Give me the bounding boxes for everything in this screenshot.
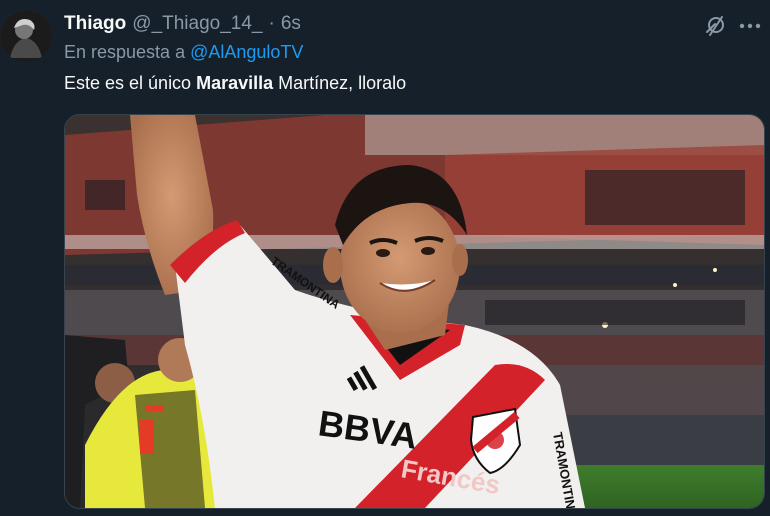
tweet-header: Thiago @_Thiago_14_ · 6s — [64, 12, 301, 36]
avatar-photo — [0, 10, 52, 62]
tweet-text-bold: Maravilla — [196, 73, 274, 93]
reply-prefix: En respuesta a — [64, 42, 186, 62]
author-handle[interactable]: @_Thiago_14_ — [132, 13, 262, 35]
reply-context: En respuesta a @AlAnguloTV — [64, 42, 303, 63]
grok-icon[interactable] — [703, 14, 727, 38]
reply-to-link[interactable]: @AlAnguloTV — [190, 42, 303, 62]
tweet-media-image[interactable]: BBVA Francés TRAMONTINA TRAMONTINA — [64, 114, 765, 509]
avatar[interactable] — [0, 10, 52, 62]
more-icon[interactable] — [737, 14, 763, 38]
tweet-time[interactable]: 6s — [281, 13, 301, 35]
author-name[interactable]: Thiago — [64, 13, 126, 35]
tweet-text-before: Este es el único — [64, 73, 197, 93]
football-player-photo: BBVA Francés TRAMONTINA TRAMONTINA — [65, 115, 764, 508]
tweet-text: Este es el único Maravilla Martínez, llo… — [64, 73, 406, 94]
separator-dot: · — [268, 13, 275, 34]
tweet-text-after: Martínez, lloralo — [273, 73, 407, 93]
